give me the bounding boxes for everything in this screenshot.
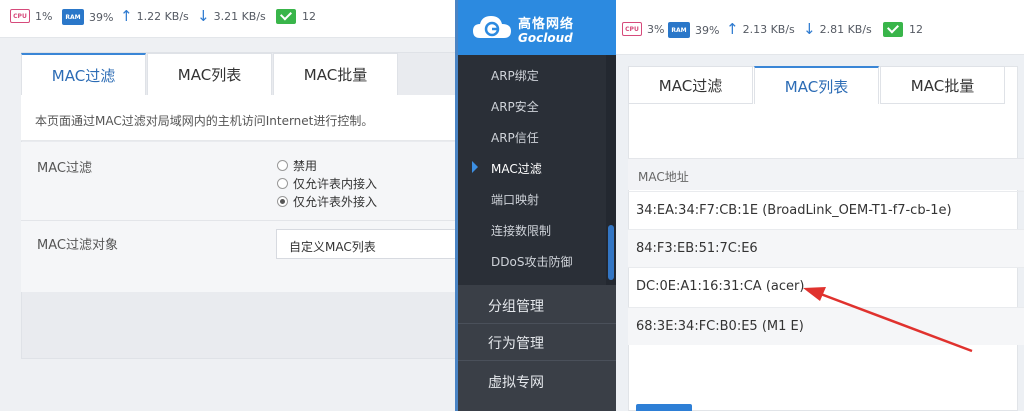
ram-value: 39% (695, 23, 720, 37)
sidebar-item-arp-security[interactable]: ARP安全 (491, 98, 539, 115)
radio-label: 仅允许表内接入 (293, 176, 378, 191)
filter-radio-group: 禁用 仅允许表内接入 仅允许表外接入 (277, 156, 377, 210)
radio-circle-selected[interactable] (277, 195, 288, 207)
radio-allow-in-list[interactable]: 仅允许表内接入 (277, 174, 377, 192)
upload-stat: ↑ 1.22 KB/s (120, 7, 189, 25)
download-arrow-icon: ↓ (197, 7, 210, 25)
download-stat: ↓ 3.21 KB/s (197, 7, 266, 25)
sidebar-item-mac-filter[interactable]: MAC过滤 (491, 160, 542, 177)
table-row[interactable]: 34:EA:34:F7:CB:1E (BroadLink_OEM-T1-f7-c… (628, 191, 1024, 229)
ram-stat: RAM 39% (62, 9, 113, 25)
sidebar-divider (458, 323, 616, 324)
online-count: 12 (302, 10, 316, 23)
table-row[interactable]: 68:3E:34:FC:B0:E5 (M1 E) (628, 307, 1024, 345)
radio-label: 仅允许表外接入 (293, 194, 378, 209)
radio-circle[interactable] (277, 177, 288, 189)
logo: 高恪网络 Gocloud (458, 0, 616, 55)
sidebar-item-arp-trust[interactable]: ARP信任 (491, 129, 539, 146)
sidebar: ARP绑定 ARP安全 ARP信任 MAC过滤 端口映射 连接数限制 DDoS攻… (458, 55, 616, 411)
sidebar-item-behavior-mgmt[interactable]: 行为管理 (488, 333, 544, 353)
ram-icon: RAM (62, 9, 84, 25)
cpu-icon: CPU (622, 22, 642, 36)
cloud-logo-icon (473, 16, 511, 38)
tab-mac-filter[interactable]: MAC过滤 (21, 53, 146, 95)
ram-stat: RAM 39% (668, 22, 719, 38)
monitor-check-icon (883, 22, 903, 37)
download-stat: ↓ 2.81 KB/s (803, 20, 872, 38)
right-status-bar: CPU 3% RAM 39% ↑ 2.13 KB/s ↓ 2.81 KB/s 1… (616, 0, 1024, 55)
cpu-value: 3% (647, 22, 665, 36)
sidebar-item-vpn[interactable]: 虚拟专网 (488, 372, 544, 392)
upload-stat: ↑ 2.13 KB/s (726, 20, 795, 38)
monitor-check-icon (276, 9, 296, 24)
action-button[interactable] (636, 404, 692, 411)
left-panel: CPU 1% RAM 39% ↑ 1.22 KB/s ↓ 3.21 KB/s 1… (0, 0, 455, 411)
cpu-stat: CPU 3% (622, 22, 664, 36)
sidebar-item-group-mgmt[interactable]: 分组管理 (488, 296, 544, 316)
sidebar-item-ddos[interactable]: DDoS攻击防御 (491, 253, 572, 270)
form-divider (21, 220, 455, 221)
filter-label: MAC过滤 (37, 161, 92, 176)
table-row[interactable]: DC:0E:A1:16:31:CA (acer) (628, 267, 1024, 305)
sidebar-item-port-mapping[interactable]: 端口映射 (491, 191, 539, 208)
right-tab-bar: MAC过滤 MAC列表 MAC批量 (628, 66, 1006, 104)
sidebar-item-conn-limit[interactable]: 连接数限制 (491, 222, 551, 239)
table-header-mac: MAC地址 (628, 158, 1024, 190)
cpu-stat: CPU 1% (10, 9, 52, 23)
logo-cn: 高恪网络 (518, 17, 575, 32)
right-panel: 高恪网络 Gocloud CPU 3% RAM 39% ↑ 2.13 KB/s … (458, 0, 1024, 411)
download-value: 2.81 KB/s (819, 22, 872, 36)
upload-value: 1.22 KB/s (136, 9, 189, 23)
download-arrow-icon: ↓ (803, 20, 816, 38)
ram-icon: RAM (668, 22, 690, 38)
tab-mac-batch[interactable]: MAC批量 (880, 66, 1005, 104)
sidebar-scroll-thumb[interactable] (608, 225, 614, 280)
upload-arrow-icon: ↑ (120, 7, 133, 25)
ram-value: 39% (89, 10, 114, 24)
left-tab-bar: MAC过滤 MAC列表 MAC批量 (21, 53, 399, 95)
tab-mac-batch[interactable]: MAC批量 (273, 53, 398, 95)
cpu-icon: CPU (10, 9, 30, 23)
radio-circle[interactable] (277, 159, 288, 171)
tab-mac-list[interactable]: MAC列表 (754, 66, 879, 104)
table-row[interactable]: 84:F3:EB:51:7C:E6 (628, 229, 1024, 267)
page-description: 本页面通过MAC过滤对局域网内的主机访问Internet进行控制。 (21, 95, 455, 141)
upload-arrow-icon: ↑ (726, 20, 739, 38)
upload-value: 2.13 KB/s (742, 22, 795, 36)
active-marker-icon (472, 161, 478, 173)
radio-label: 禁用 (293, 158, 318, 173)
radio-disable[interactable]: 禁用 (277, 156, 377, 174)
tab-mac-list[interactable]: MAC列表 (147, 53, 272, 95)
sidebar-divider (458, 360, 616, 361)
tab-mac-filter[interactable]: MAC过滤 (628, 66, 753, 104)
cpu-value: 1% (35, 9, 53, 23)
target-select[interactable]: 自定义MAC列表 (276, 229, 455, 259)
online-stat: 12 (883, 22, 923, 37)
sidebar-item-arp-bind[interactable]: ARP绑定 (491, 67, 539, 84)
logo-en: Gocloud (518, 31, 573, 45)
filter-form: MAC过滤 禁用 仅允许表内接入 仅允许表外接入 (21, 142, 455, 292)
radio-allow-outside-list[interactable]: 仅允许表外接入 (277, 192, 377, 210)
target-label: MAC过滤对象 (37, 238, 118, 253)
online-stat: 12 (276, 9, 316, 24)
download-value: 3.21 KB/s (213, 9, 266, 23)
left-status-bar: CPU 1% RAM 39% ↑ 1.22 KB/s ↓ 3.21 KB/s 1… (0, 0, 455, 38)
online-count: 12 (909, 23, 923, 36)
